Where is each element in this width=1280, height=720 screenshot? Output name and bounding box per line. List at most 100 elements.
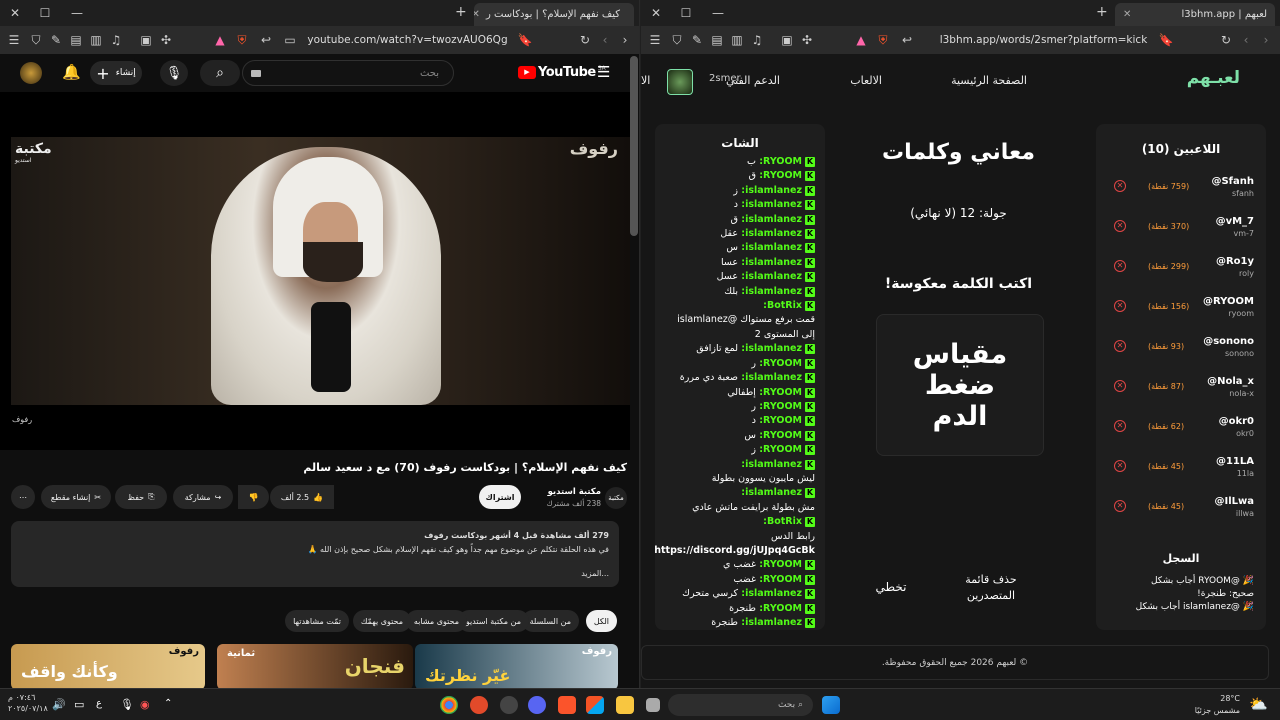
chat-username[interactable]: RYOOM: xyxy=(756,574,802,585)
weather-widget[interactable]: 28°C مشمس جزئيًا xyxy=(1195,693,1240,717)
music-icon[interactable]: ♫ xyxy=(747,30,767,50)
tab-l3bhm[interactable]: لعبهم | l3bhm.app ✕ xyxy=(1115,3,1275,26)
maximize-icon[interactable]: ☐ xyxy=(671,6,701,20)
url-field[interactable]: youtube.com/watch?v=twozvAUO6Qg xyxy=(300,29,515,51)
forward-icon[interactable]: › xyxy=(615,30,635,50)
bookmark-icon[interactable]: 🔖 xyxy=(515,30,535,50)
close-tab-icon[interactable]: ✕ xyxy=(1123,9,1131,20)
remove-player-icon[interactable]: ✕ xyxy=(1114,220,1126,232)
nav-more[interactable]: الا xyxy=(641,74,650,87)
site-logo[interactable]: لعبـهم xyxy=(1187,68,1240,88)
video-thumbnail[interactable]: رفوف غيّر نظرتك xyxy=(415,644,618,688)
chat-username[interactable]: islamlanez: xyxy=(738,588,802,599)
menu-icon[interactable]: ☰ xyxy=(4,30,24,50)
filter-chip[interactable]: محتوى يهمّك xyxy=(352,610,411,632)
like-button[interactable]: 👍 2.5 ألف xyxy=(270,485,334,509)
chat-username[interactable]: islamlanez: xyxy=(738,185,802,196)
puzzle-icon[interactable]: ✣ xyxy=(156,30,176,50)
close-tab-icon[interactable]: ✕ xyxy=(474,9,480,20)
search-input[interactable]: بحث xyxy=(242,60,454,86)
screenshot-icon[interactable]: ▤ xyxy=(66,30,86,50)
chat-username[interactable]: BotRix: xyxy=(763,516,802,527)
shield-icon[interactable]: ⛉ xyxy=(26,30,46,50)
nav-home[interactable]: الصفحة الرئيسية xyxy=(951,74,1027,87)
chat-username[interactable]: islamlanez: xyxy=(738,343,802,354)
brave-shield-icon[interactable]: ⛨ xyxy=(232,30,252,50)
back-icon[interactable]: ‹ xyxy=(595,30,615,50)
back-history-icon[interactable]: ↩ xyxy=(897,30,917,50)
brave-icon[interactable] xyxy=(558,696,576,714)
remove-player-icon[interactable]: ✕ xyxy=(1114,500,1126,512)
tray-app-icon[interactable]: ◉ xyxy=(140,698,150,711)
tab-youtube[interactable]: كيف نفهم الإسلام؟ | بودكاست ر ✕ xyxy=(474,3,634,26)
chat-username[interactable]: islamlanez: xyxy=(738,214,802,225)
chat-username[interactable]: islamlanez: xyxy=(738,271,802,282)
minimize-icon[interactable]: — xyxy=(62,6,92,20)
reload-icon[interactable]: ↻ xyxy=(1216,30,1236,50)
url-field[interactable]: l3bhm.app/words/2smer?platform=kick xyxy=(926,29,1161,51)
discord-icon[interactable] xyxy=(528,696,546,714)
app-icon[interactable] xyxy=(500,696,518,714)
network-icon[interactable]: ▭ xyxy=(74,698,84,711)
notifications-icon[interactable]: 🔔 xyxy=(62,63,81,81)
create-button[interactable]: + إنشاء xyxy=(90,61,142,85)
user-avatar[interactable] xyxy=(667,69,693,95)
new-tab-icon[interactable]: + xyxy=(455,4,467,20)
chat-username[interactable]: RYOOM: xyxy=(756,415,802,426)
clear-leaderboard-button[interactable]: حذف قائمة المتصدرين xyxy=(951,572,1031,604)
remove-player-icon[interactable]: ✕ xyxy=(1114,380,1126,392)
chat-username[interactable]: islamlanez: xyxy=(738,372,802,383)
menu-icon[interactable]: ☰ xyxy=(645,30,665,50)
chat-username[interactable]: islamlanez: xyxy=(738,199,802,210)
search-button[interactable]: ⌕ xyxy=(200,60,240,86)
task-view-icon[interactable] xyxy=(646,698,660,712)
app-icon[interactable] xyxy=(470,696,488,714)
taskbar-search[interactable]: ⌕ بحث xyxy=(668,694,813,716)
chat-username[interactable]: RYOOM: xyxy=(756,444,802,455)
close-window-icon[interactable]: ✕ xyxy=(641,6,671,20)
chat-username[interactable]: RYOOM: xyxy=(756,156,802,167)
video-thumbnail[interactable]: رفوف وكأنك واقف xyxy=(11,644,205,688)
remove-player-icon[interactable]: ✕ xyxy=(1114,420,1126,432)
bookmark-icon[interactable]: 🔖 xyxy=(1156,30,1176,50)
save-button[interactable]: ⎘ حفظ xyxy=(115,485,167,509)
chat-username[interactable]: islamlanez: xyxy=(741,459,802,470)
filter-chip[interactable]: تمّت مشاهدتها xyxy=(285,610,349,632)
keyboard-icon[interactable] xyxy=(251,69,261,77)
puzzle-icon[interactable]: ✣ xyxy=(797,30,817,50)
scrollbar[interactable] xyxy=(630,56,638,236)
filter-chip[interactable]: الكل xyxy=(585,610,617,632)
chat-username[interactable]: RYOOM: xyxy=(756,387,802,398)
chat-username[interactable]: RYOOM: xyxy=(756,559,802,570)
chrome-icon[interactable] xyxy=(440,696,458,714)
new-tab-icon[interactable]: + xyxy=(1096,4,1108,20)
remove-player-icon[interactable]: ✕ xyxy=(1114,300,1126,312)
share-button[interactable]: ↪ مشاركة xyxy=(173,485,233,509)
more-actions-icon[interactable]: ⋯ xyxy=(11,485,35,509)
chat-username[interactable]: islamlanez: xyxy=(738,242,802,253)
minimize-icon[interactable]: — xyxy=(703,6,733,20)
back-icon[interactable]: ‹ xyxy=(1236,30,1256,50)
remove-player-icon[interactable]: ✕ xyxy=(1114,340,1126,352)
youtube-logo[interactable]: ▶ YouTube SA xyxy=(518,65,606,80)
back-history-icon[interactable]: ↩ xyxy=(256,30,276,50)
nav-games[interactable]: الالعاب xyxy=(850,74,882,87)
dislike-button[interactable]: 👎 xyxy=(238,485,269,509)
shield-icon[interactable]: ⛉ xyxy=(667,30,687,50)
aria-icon[interactable]: ▲ xyxy=(210,30,230,50)
show-more-link[interactable]: ...المزيد xyxy=(21,567,609,581)
forward-icon[interactable]: › xyxy=(1256,30,1276,50)
remove-player-icon[interactable]: ✕ xyxy=(1114,460,1126,472)
video-player[interactable]: مكتبة استديو رفوف رفوف xyxy=(0,92,630,450)
skip-button[interactable]: تخطي xyxy=(871,580,911,594)
start-icon[interactable] xyxy=(822,696,840,714)
gallery-icon[interactable]: ▣ xyxy=(136,30,156,50)
store-icon[interactable] xyxy=(586,696,604,714)
folder-icon[interactable] xyxy=(616,696,634,714)
volume-icon[interactable]: 🔊 xyxy=(52,698,66,711)
filter-chip[interactable]: من السلسلة xyxy=(521,610,579,632)
close-window-icon[interactable]: ✕ xyxy=(0,6,30,20)
chat-username[interactable]: islamlanez: xyxy=(738,286,802,297)
extension-icon[interactable]: ✎ xyxy=(687,30,707,50)
maximize-icon[interactable]: ☐ xyxy=(30,6,60,20)
